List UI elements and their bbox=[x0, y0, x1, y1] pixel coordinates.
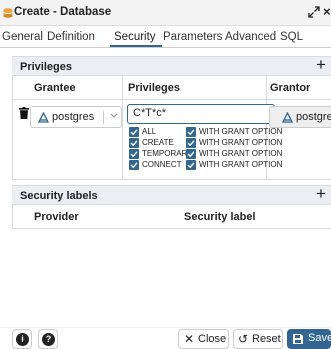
privilege-row: postgres C*T*c* ALL WITH GRANT OPTION CREA… bbox=[12, 100, 331, 180]
grantee-value: postgres bbox=[52, 111, 95, 123]
grantee-column-header: Grantee bbox=[34, 82, 76, 94]
save-label: Save bbox=[308, 332, 331, 344]
active-tab-indicator bbox=[110, 45, 162, 47]
tab-bar: General Definition Security Parameters A… bbox=[0, 26, 331, 48]
tab-advanced[interactable]: Advanced bbox=[225, 31, 276, 43]
security-labels-grid-header: Provider Security label bbox=[12, 205, 331, 229]
save-button[interactable]: Save bbox=[287, 329, 331, 349]
checkbox-checked-icon[interactable] bbox=[186, 160, 196, 170]
privilege-checkbox-label: ALL bbox=[142, 127, 157, 136]
chevron-down-icon[interactable] bbox=[109, 110, 119, 120]
provider-column-header: Provider bbox=[34, 211, 79, 223]
privileges-column-header: Privileges bbox=[128, 82, 180, 94]
close-label: Close bbox=[198, 333, 227, 345]
help-button[interactable]: ? bbox=[38, 329, 58, 349]
checkbox-checked-icon[interactable] bbox=[129, 138, 139, 148]
add-privilege-button[interactable]: + bbox=[316, 55, 326, 75]
info-icon: i bbox=[16, 333, 29, 346]
privileges-title: Privileges bbox=[20, 61, 72, 73]
reset-label: Reset bbox=[252, 333, 281, 345]
tab-security[interactable]: Security bbox=[114, 31, 156, 43]
checkbox-checked-icon[interactable] bbox=[186, 149, 196, 159]
privileges-grid-header: Grantee Privileges Grantor bbox=[12, 76, 331, 100]
security-label-column-header: Security label bbox=[184, 211, 256, 223]
dialog-footer: i ? ✕ Close ↺ Reset Save bbox=[0, 327, 331, 349]
dialog-title: Create - Database bbox=[14, 6, 112, 18]
save-icon bbox=[293, 334, 303, 344]
privilege-checkbox-label: CONNECT bbox=[142, 160, 182, 169]
tab-definition[interactable]: Definition bbox=[47, 31, 95, 43]
privileges-header: Privileges + bbox=[12, 55, 331, 76]
privileges-value: C*T*c* bbox=[133, 107, 167, 119]
user-icon bbox=[38, 112, 49, 123]
privilege-checkbox-label: CREATE bbox=[142, 138, 174, 147]
expand-icon[interactable] bbox=[308, 6, 320, 18]
privilege-checkbox-label: TEMPORARY bbox=[142, 149, 193, 158]
add-security-label-button[interactable]: + bbox=[316, 184, 326, 204]
checkbox-checked-icon[interactable] bbox=[129, 149, 139, 159]
security-labels-header: Security labels + bbox=[12, 184, 331, 205]
checkbox-checked-icon[interactable] bbox=[129, 160, 139, 170]
privilege-checkbox-label: WITH GRANT OPTION bbox=[199, 160, 283, 169]
checkbox-checked-icon[interactable] bbox=[129, 127, 139, 137]
grantor-column-header: Grantor bbox=[270, 82, 311, 94]
privileges-input[interactable]: C*T*c* bbox=[127, 104, 275, 124]
security-labels-title: Security labels bbox=[20, 190, 98, 202]
select-separator bbox=[103, 111, 104, 124]
grantee-select[interactable]: postgres bbox=[30, 106, 122, 128]
privilege-checkbox-label: WITH GRANT OPTION bbox=[199, 149, 283, 158]
grantor-value: postgres bbox=[296, 111, 331, 123]
delete-row-icon[interactable] bbox=[19, 107, 29, 119]
help-icon: ? bbox=[42, 333, 55, 346]
close-button[interactable]: ✕ Close bbox=[178, 329, 229, 349]
user-icon bbox=[282, 112, 293, 123]
checkbox-checked-icon[interactable] bbox=[186, 138, 196, 148]
reset-icon: ↺ bbox=[238, 332, 249, 346]
info-button[interactable]: i bbox=[12, 329, 32, 349]
grid-divider bbox=[12, 205, 13, 229]
tab-parameters[interactable]: Parameters bbox=[163, 31, 222, 43]
privilege-checkbox-label: WITH GRANT OPTION bbox=[199, 138, 283, 147]
tab-general[interactable]: General bbox=[2, 31, 43, 43]
dialog-titlebar: Create - Database × bbox=[0, 0, 331, 26]
database-icon bbox=[3, 8, 13, 18]
checkbox-checked-icon[interactable] bbox=[186, 127, 196, 137]
privilege-checkbox-label: WITH GRANT OPTION bbox=[199, 127, 283, 136]
dialog-close-icon[interactable]: × bbox=[323, 4, 331, 19]
tab-sql[interactable]: SQL bbox=[280, 31, 303, 43]
reset-button[interactable]: ↺ Reset bbox=[233, 329, 283, 349]
grantor-field: postgres bbox=[269, 106, 331, 128]
close-icon: ✕ bbox=[184, 332, 195, 346]
